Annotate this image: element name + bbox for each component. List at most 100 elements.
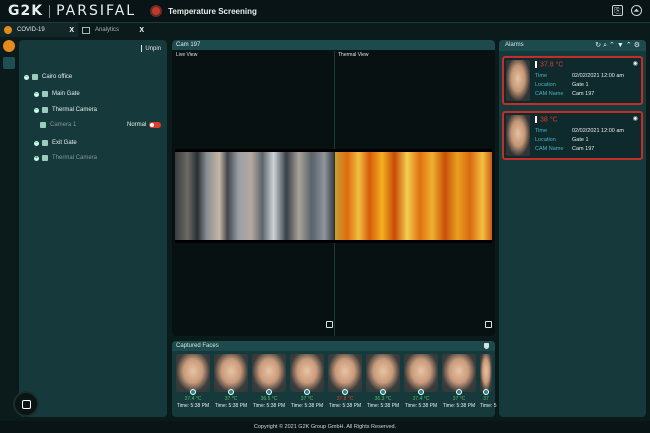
alarm-cam-value: Cam 197 — [572, 91, 595, 97]
tree-node-exit-thermal-camera[interactable]: + Thermal Camera — [34, 155, 97, 161]
captured-face-time: Time: 5:38 PM — [252, 403, 286, 409]
view-icon[interactable] — [483, 389, 489, 395]
tab-analytics-close-button[interactable]: X — [139, 27, 144, 34]
captured-face-image — [252, 354, 286, 392]
alarm-card[interactable]: 38 °C ◉ Time 02/02/2021 12:00 am Location… — [502, 111, 643, 160]
captured-face-card[interactable]: 37 Time: 5 — [480, 354, 497, 414]
captured-face-temperature: 36.3 °C — [374, 396, 392, 402]
camera-module-icon[interactable] — [2, 57, 15, 69]
camera-status: Normal — [127, 122, 162, 128]
captured-face-card[interactable]: 37.4 °C Time: 5:38 PM — [404, 354, 438, 414]
building-icon — [32, 74, 38, 80]
captured-face-card[interactable]: 36.5 °C Time: 5:38 PM — [252, 354, 286, 414]
view-icon[interactable] — [190, 389, 196, 395]
tree-node-camera-1[interactable]: Camera 1 — [40, 122, 76, 128]
capture-icon — [22, 400, 31, 409]
user-menu-icon[interactable]: ⏶ — [631, 5, 642, 16]
collapse-icon[interactable]: − — [24, 74, 29, 80]
fullscreen-live-icon[interactable] — [326, 321, 333, 328]
captured-face-time: Time: 5 — [480, 403, 497, 409]
captured-face-card[interactable]: 37 °C Time: 5:38 PM — [290, 354, 324, 414]
captured-face-card[interactable]: 37.8 °C Time: 5:38 PM — [328, 354, 362, 414]
captured-face-time: Time: 5:38 PM — [176, 403, 210, 409]
device-tree-panel: Unpin − Cairo office − Main Gate − Therm… — [19, 40, 167, 417]
settings-icon[interactable]: ⚙ — [634, 42, 642, 49]
top-right-actions: ⎘ ⏶ — [612, 5, 642, 16]
captured-face-card[interactable]: 37.4 °C Time: 5:38 PM — [176, 354, 210, 414]
collapse-icon[interactable]: − — [34, 140, 39, 146]
captured-face-image — [328, 354, 362, 392]
alarm-card[interactable]: 37.8 °C ◉ Time 02/02/2021 12:00 am Locati… — [502, 56, 643, 105]
tree-node-label: Thermal Camera — [52, 107, 98, 113]
captured-face-image — [214, 354, 248, 392]
captured-face-time: Time: 5:38 PM — [214, 403, 248, 409]
top-bar: G2K PARSIFAL Temperature Screening ⎘ ⏶ — [0, 0, 650, 23]
brand-logo-parsifal: PARSIFAL — [56, 3, 137, 19]
view-icon[interactable] — [456, 389, 462, 395]
tree-node-thermal-camera[interactable]: − Thermal Camera — [34, 107, 97, 113]
thermal-camera-icon — [42, 155, 48, 161]
notifications-icon[interactable]: ⎘ — [612, 5, 623, 16]
thermal-view-label: Thermal View — [338, 52, 369, 58]
tree-node-label: Main Gate — [52, 91, 80, 97]
tab-analytics[interactable]: Analytics X — [78, 23, 148, 37]
filter-icon[interactable] — [484, 343, 489, 349]
camera-icon — [40, 122, 46, 128]
collapse-icon[interactable]: − — [34, 91, 39, 97]
covid-module-icon[interactable] — [2, 40, 15, 52]
view-icon[interactable] — [342, 389, 348, 395]
alarm-time-label: Time — [535, 73, 548, 79]
alarm-time-value: 02/02/2021 12:00 am — [572, 73, 624, 79]
captured-face-image — [176, 354, 210, 392]
alarm-cam-value: Cam 197 — [572, 146, 595, 152]
captured-face-temperature: 36.5 °C — [260, 396, 278, 402]
app-title: Temperature Screening — [168, 6, 257, 16]
view-icon[interactable]: ◉ — [633, 60, 638, 67]
view-icon[interactable] — [304, 389, 310, 395]
tab-covid-19[interactable]: COVID-19 X — [0, 23, 78, 37]
alarm-location-label: Location — [535, 82, 556, 88]
alarm-time-row: Time 02/02/2021 12:00 am — [535, 128, 624, 134]
brand-divider — [49, 4, 51, 18]
screenshot-button[interactable] — [13, 391, 39, 417]
captured-face-card[interactable]: 37 °C Time: 5:38 PM — [442, 354, 476, 414]
view-icon[interactable] — [266, 389, 272, 395]
view-icon[interactable] — [228, 389, 234, 395]
captured-face-card[interactable]: 37 °C Time: 5:38 PM — [214, 354, 248, 414]
filter-icon[interactable]: ▼ — [617, 42, 626, 49]
sort-icon[interactable]: ⌃ — [626, 42, 634, 49]
alarm-temperature: 37.8 °C — [535, 61, 563, 68]
view-icon[interactable]: ◉ — [633, 115, 638, 122]
captured-face-time: Time: 5:38 PM — [404, 403, 438, 409]
covid-icon — [4, 26, 12, 34]
thermometer-icon — [535, 116, 537, 123]
collapse-icon[interactable]: ⌃ — [609, 42, 617, 49]
fullscreen-thermal-icon[interactable] — [485, 321, 492, 328]
live-video-feed[interactable] — [175, 152, 334, 240]
alarm-toolbar: ↻⌕⌃▼⌃⚙ — [595, 40, 642, 51]
tree-node-exit-gate[interactable]: − Exit Gate — [34, 140, 77, 146]
expand-icon[interactable]: + — [34, 155, 39, 161]
captured-face-card[interactable]: 36.3 °C Time: 5:38 PM — [366, 354, 400, 414]
view-icon[interactable] — [380, 389, 386, 395]
alarm-time-value: 02/02/2021 12:00 am — [572, 128, 624, 134]
left-rail — [0, 37, 17, 417]
camera-view-panel: Cam 197 Live View Thermal View — [172, 40, 495, 336]
thermal-video-feed[interactable] — [335, 152, 492, 240]
tab-covid-19-close-button[interactable]: X — [69, 27, 74, 34]
tree-node-cairo-office[interactable]: − Cairo office — [24, 74, 72, 80]
captured-face-time: Time: 5:38 PM — [442, 403, 476, 409]
alarm-temperature-value: 38 °C — [540, 116, 558, 124]
captured-faces-panel: Captured Faces 37.4 °C Time: 5:38 PM 37 °C… — [172, 341, 497, 417]
tree-node-label: Cairo office — [42, 74, 73, 80]
collapse-icon[interactable]: − — [34, 107, 39, 113]
captured-face-temperature: 37 °C — [452, 396, 466, 402]
alarm-temperature: 38 °C — [535, 116, 558, 123]
captured-face-temperature: 37.8 °C — [336, 396, 354, 402]
refresh-icon[interactable]: ↻ — [595, 42, 603, 49]
gate-icon — [42, 91, 48, 97]
view-icon[interactable] — [418, 389, 424, 395]
unpin-button[interactable]: Unpin — [141, 45, 161, 52]
tree-node-main-gate[interactable]: − Main Gate — [34, 91, 80, 97]
camera-status-toggle[interactable] — [149, 122, 162, 128]
